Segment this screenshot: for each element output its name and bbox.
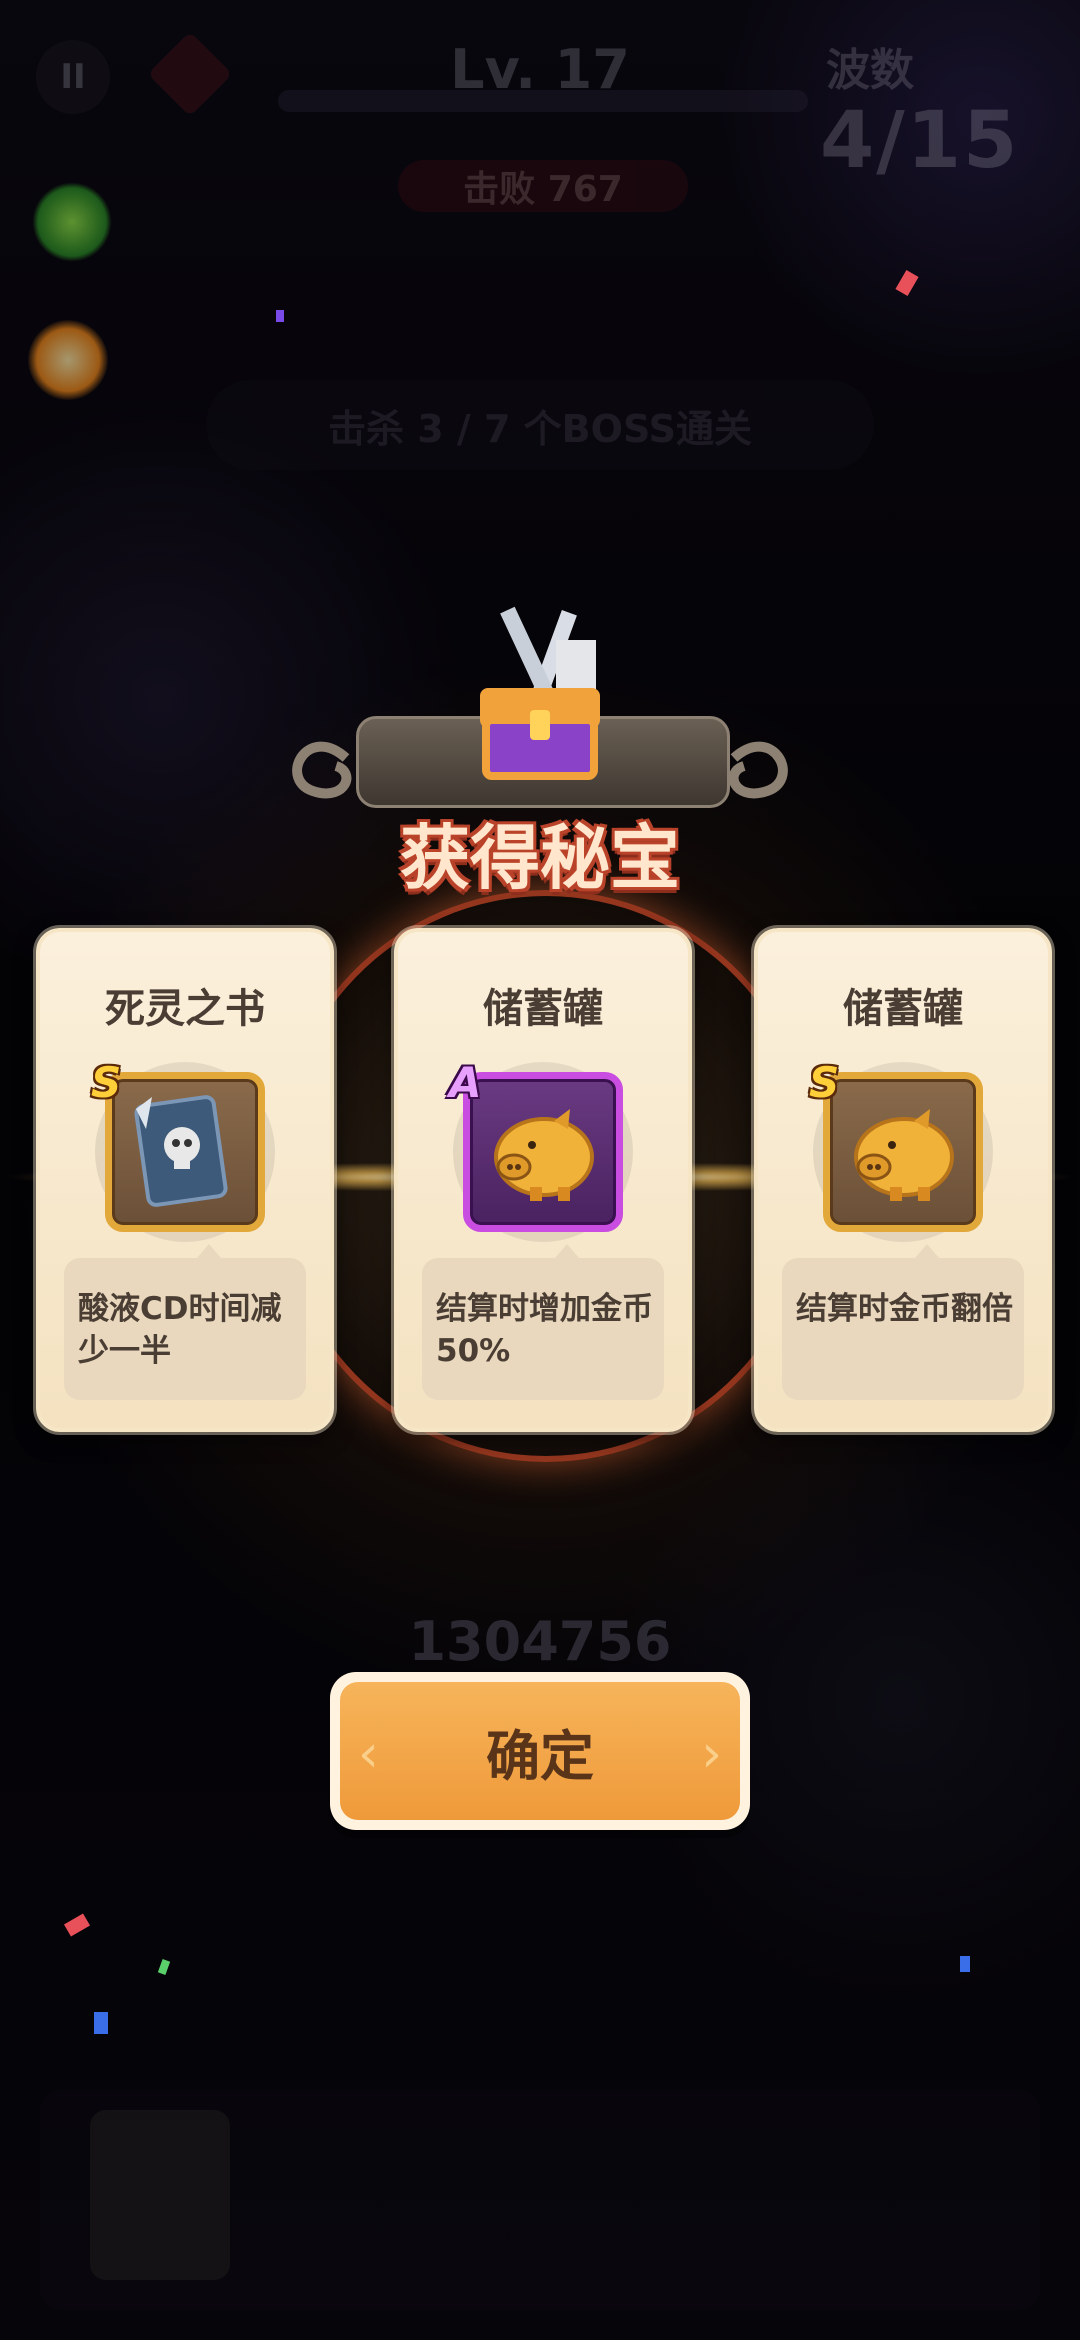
- description-box: 酸液CD时间减少一半: [64, 1244, 306, 1400]
- piggy-bank-icon: [854, 1109, 954, 1201]
- card-icon-wrap: S: [809, 1058, 993, 1242]
- rank-badge: A: [449, 1058, 482, 1107]
- item-frame: [463, 1072, 623, 1232]
- confirm-label: 确定: [486, 1724, 594, 1788]
- description-pointer: [915, 1244, 939, 1258]
- card-name: 死灵之书: [105, 986, 265, 1032]
- piggy-bank-icon: [494, 1109, 594, 1201]
- confirm-button[interactable]: ‹ › 确定: [330, 1672, 750, 1830]
- card-description: 结算时金币翻倍: [796, 1291, 1013, 1327]
- rank-badge: S: [809, 1058, 840, 1107]
- item-frame: [105, 1072, 265, 1232]
- description-pointer: [555, 1244, 579, 1258]
- card-name: 储蓄罐: [843, 986, 963, 1032]
- item-frame: [823, 1072, 983, 1232]
- card-description: 酸液CD时间减少一半: [78, 1291, 282, 1369]
- confirm-button-face: ‹ › 确定: [340, 1682, 740, 1820]
- treasure-card-2[interactable]: 储蓄罐 A 结算时增加金币50%: [394, 928, 692, 1432]
- necronomicon-icon: [134, 1095, 228, 1207]
- card-name: 储蓄罐: [483, 986, 603, 1032]
- description-box: 结算时增加金币50%: [422, 1244, 664, 1400]
- card-icon-wrap: A: [449, 1058, 633, 1242]
- reward-title: 获得秘宝: [400, 817, 680, 899]
- rank-badge: S: [91, 1058, 122, 1107]
- description-pointer: [197, 1244, 221, 1258]
- confetti-piece: [94, 2012, 108, 2034]
- treasure-card-1[interactable]: 死灵之书 S 酸液CD时间减少一半: [36, 928, 334, 1432]
- treasure-card-3[interactable]: 储蓄罐 S 结算时金币翻倍: [754, 928, 1052, 1432]
- treasure-chest-icon: [480, 606, 600, 780]
- card-icon-wrap: S: [91, 1058, 275, 1242]
- confetti-piece: [960, 1956, 970, 1972]
- card-description: 结算时增加金币50%: [436, 1291, 653, 1369]
- confetti-piece: [276, 310, 284, 322]
- description-box: 结算时金币翻倍: [782, 1244, 1024, 1400]
